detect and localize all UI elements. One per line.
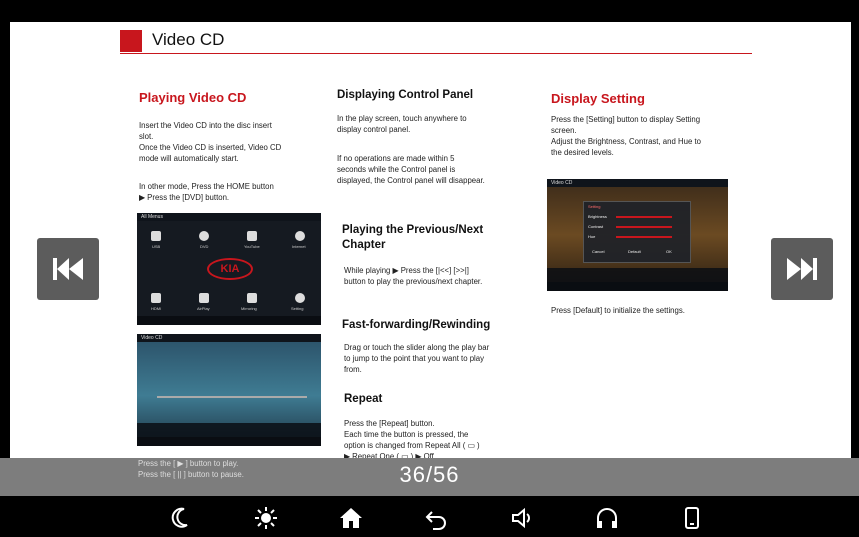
skip-next-icon <box>787 258 817 280</box>
hdmi-icon <box>151 293 161 303</box>
page-title: Video CD <box>152 30 225 49</box>
control-panel-text-2: If no operations are made within 5 secon… <box>337 154 485 185</box>
control-panel-text-1: In the play screen, touch anywhere to di… <box>337 114 467 134</box>
video-screen-navbar <box>137 437 321 446</box>
moon-icon[interactable] <box>167 505 193 531</box>
previous-page-button[interactable] <box>37 238 99 300</box>
heading-fast-forwarding-rewinding: Fast-forwarding/Rewinding <box>342 319 491 331</box>
default-text: Press [Default] to initialize the settin… <box>551 306 685 315</box>
brightness-label: Brightness <box>588 214 607 219</box>
brightness-slider[interactable] <box>616 216 672 218</box>
display-setting-screenshot: Video CD Setting Brightness Contrast Hue… <box>547 179 728 291</box>
fast-forwarding-text: Drag or touch the slider along the play … <box>344 343 490 374</box>
contrast-slider[interactable] <box>616 226 672 228</box>
setting-panel-title: Setting <box>588 204 601 209</box>
video-screen-title: Video CD <box>137 334 321 342</box>
menu-screen-title: All Menus <box>137 213 321 221</box>
home-button-text: In other mode, Press the HOME button ▶ P… <box>139 182 274 202</box>
heading-playing-video-cd: Playing Video CD <box>139 90 247 105</box>
repeat-text: Press the [Repeat] button. Each time the… <box>344 419 480 458</box>
dvd-icon <box>199 231 209 241</box>
display-setting-text: Press the [Setting] button to display Se… <box>551 115 701 157</box>
next-page-button[interactable] <box>771 238 833 300</box>
hue-label: Hue <box>588 234 596 239</box>
mirroring-icon <box>247 293 257 303</box>
headphone-icon[interactable] <box>594 505 620 531</box>
video-cd-screenshot: Video CD <box>137 334 321 446</box>
playing-video-cd-text: Insert the Video CD into the disc insert… <box>139 121 282 163</box>
ok-button[interactable]: OK <box>666 249 672 254</box>
airplay-icon <box>199 293 209 303</box>
page-counter: 36/56 <box>399 462 460 487</box>
heading-display-setting: Display Setting <box>551 91 645 106</box>
settings-screen-title: Video CD <box>547 179 728 187</box>
usb-icon <box>151 231 161 241</box>
brightness-icon[interactable] <box>253 505 279 531</box>
heading-displaying-control-panel: Displaying Control Panel <box>337 89 474 101</box>
heading-previous-next-chapter: Playing the Previous/Next Chapter <box>342 224 484 251</box>
settings-control-bar <box>547 268 728 282</box>
hue-slider[interactable] <box>616 236 672 238</box>
all-menus-screenshot: All Menus USB DVD YouTube Internet KIA H… <box>137 213 321 325</box>
video-control-bar <box>137 423 321 437</box>
setting-panel: Setting Brightness Contrast Hue Cancel D… <box>583 201 691 263</box>
home-icon[interactable] <box>338 505 364 531</box>
skip-previous-icon <box>53 258 83 280</box>
header-accent-block <box>120 30 142 52</box>
heading-repeat: Repeat <box>344 393 383 405</box>
cancel-button[interactable]: Cancel <box>592 249 604 254</box>
volume-icon[interactable] <box>509 505 535 531</box>
default-button[interactable]: Default <box>628 249 641 254</box>
internet-icon <box>295 231 305 241</box>
video-play-bar <box>157 396 307 398</box>
manual-page: Video CD Playing Video CD Insert the Vid… <box>10 22 851 458</box>
header-divider <box>120 53 752 54</box>
settings-screen-navbar <box>547 282 728 291</box>
kia-logo: KIA <box>207 258 253 280</box>
setting-icon <box>295 293 305 303</box>
previous-next-text: While playing ▶ Press the [|<<] [>>|] bu… <box>344 266 483 286</box>
top-status-bar <box>0 0 859 22</box>
phone-icon[interactable] <box>680 505 706 531</box>
back-icon[interactable] <box>423 505 449 531</box>
contrast-label: Contrast <box>588 224 604 229</box>
menu-screen-navbar <box>137 316 321 325</box>
youtube-icon <box>247 231 257 241</box>
